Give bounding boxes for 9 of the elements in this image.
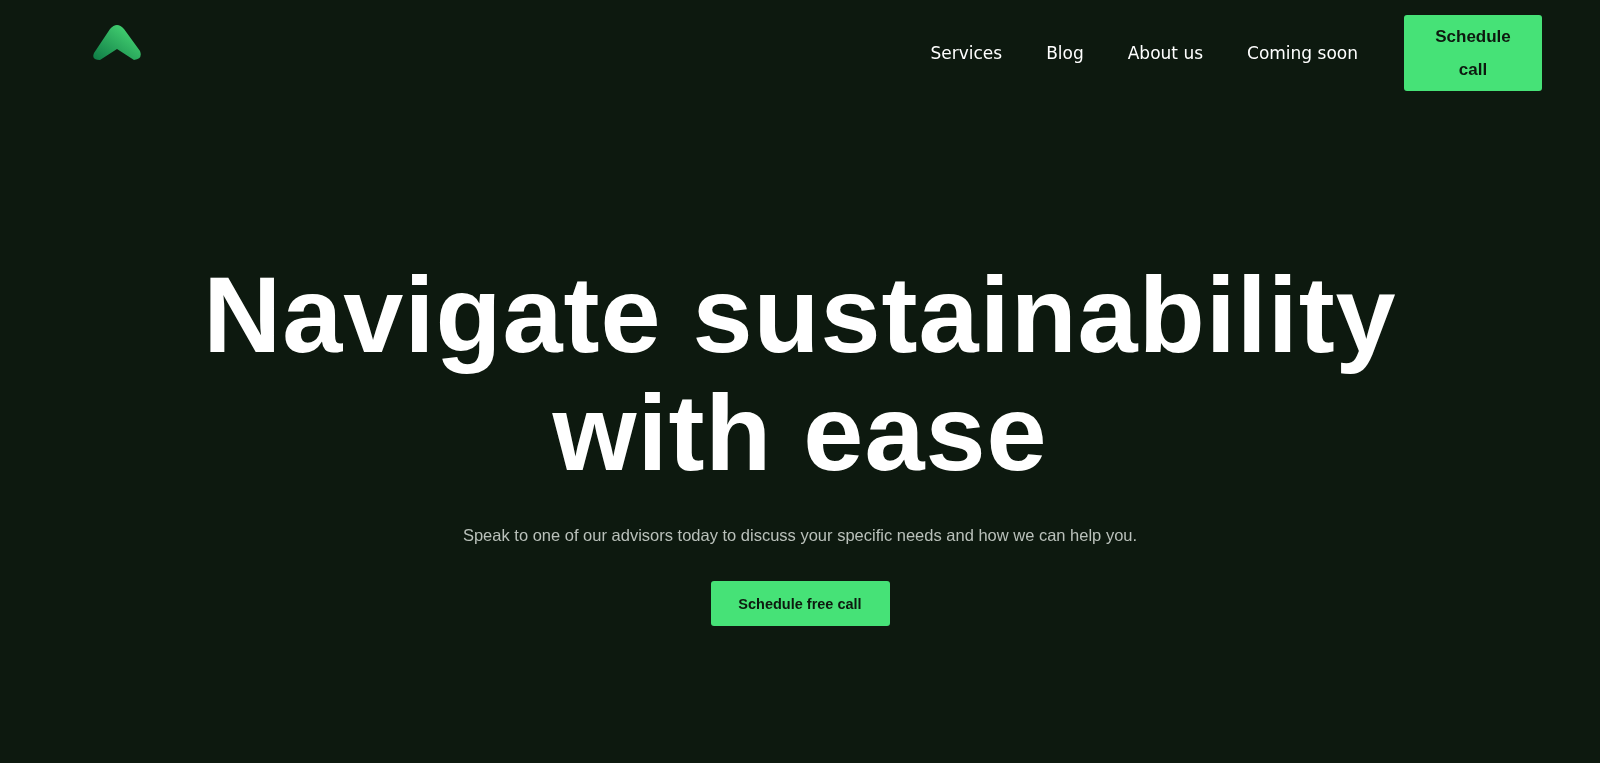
nav-link[interactable]: Coming soon [1247,43,1358,63]
nav-link[interactable]: Blog [1046,43,1084,63]
logo-icon[interactable] [90,23,144,63]
schedule-free-call-button[interactable]: Schedule free call [710,581,890,626]
hero-heading: Navigate sustainability with ease [203,256,1397,492]
nav-link[interactable]: Services [930,43,1003,63]
schedule-call-button[interactable]: Schedule call [1404,15,1542,91]
nav-link[interactable]: About us [1127,43,1204,63]
hero-subtitle: Speak to one of our advisors today to discuss your specific needs and how we can help you. [462,526,1138,545]
